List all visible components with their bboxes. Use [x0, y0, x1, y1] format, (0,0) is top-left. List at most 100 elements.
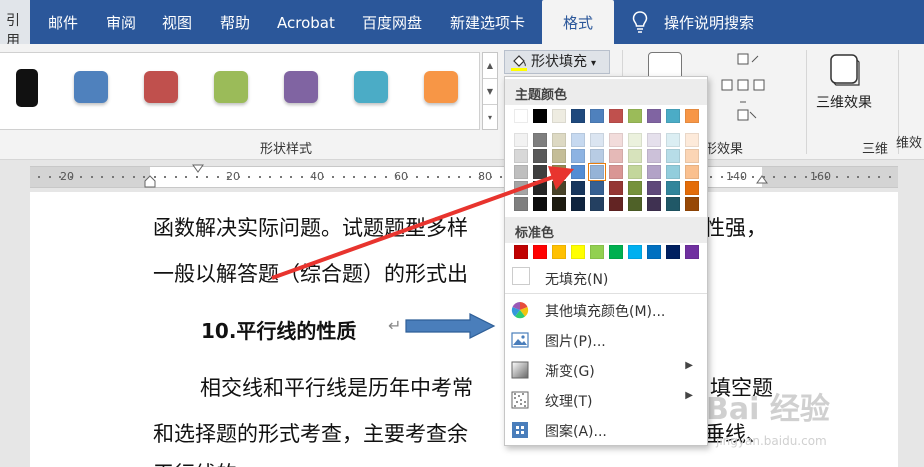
theme-color-swatch[interactable]	[552, 133, 566, 147]
theme-color-swatch[interactable]	[514, 133, 528, 147]
texture-fill-item[interactable]: 纹理(T) ▶	[505, 385, 707, 415]
theme-color-swatch[interactable]	[647, 149, 661, 163]
theme-color-swatch[interactable]	[552, 149, 566, 163]
standard-color-swatch[interactable]	[685, 245, 699, 259]
no-fill-item[interactable]: 无填充(N)	[505, 263, 707, 293]
theme-color-swatch[interactable]	[609, 109, 623, 123]
theme-color-swatch[interactable]	[571, 133, 585, 147]
theme-color-swatch[interactable]	[666, 109, 680, 123]
theme-color-swatch[interactable]	[609, 165, 623, 179]
picture-fill-item[interactable]: 图片(P)...	[505, 325, 707, 355]
standard-color-swatch[interactable]	[609, 245, 623, 259]
tab-help[interactable]: 帮助	[220, 0, 250, 44]
theme-color-swatch[interactable]	[514, 197, 528, 211]
gallery-scroll[interactable]: ▲ ▼ ▾	[482, 52, 498, 130]
theme-color-swatch[interactable]	[533, 197, 547, 211]
first-line-indent-icon[interactable]	[192, 164, 204, 174]
standard-color-swatch[interactable]	[571, 245, 585, 259]
tab-format[interactable]: 格式	[542, 0, 614, 44]
arrange-icons[interactable]	[716, 50, 766, 130]
theme-color-swatch[interactable]	[685, 149, 699, 163]
more-fill-colors-item[interactable]: 其他填充颜色(M)...	[505, 295, 707, 325]
theme-color-swatch[interactable]	[533, 181, 547, 195]
shape-fill-button[interactable]: 形状填充 ▾	[504, 50, 610, 74]
theme-color-swatch[interactable]	[571, 181, 585, 195]
theme-color-swatch[interactable]	[647, 109, 661, 123]
shape-style-green[interactable]	[214, 71, 248, 103]
tab-review[interactable]: 审阅	[106, 0, 136, 44]
theme-color-swatch[interactable]	[609, 181, 623, 195]
theme-color-swatch[interactable]	[590, 133, 604, 147]
theme-color-swatch[interactable]	[533, 149, 547, 163]
theme-color-swatch[interactable]	[666, 149, 680, 163]
theme-color-swatch[interactable]	[628, 181, 642, 195]
shape-style-blue[interactable]	[74, 71, 108, 103]
theme-color-swatch[interactable]	[533, 133, 547, 147]
horizontal-ruler[interactable]: 20 20 40 60 80 140 160	[30, 164, 898, 188]
theme-color-swatch[interactable]	[590, 149, 604, 163]
theme-color-swatch[interactable]	[552, 165, 566, 179]
theme-color-swatch[interactable]	[685, 181, 699, 195]
tab-view[interactable]: 视图	[162, 0, 192, 44]
shape-style-teal[interactable]	[354, 71, 388, 103]
theme-color-swatch[interactable]	[533, 109, 547, 123]
theme-color-swatch[interactable]	[666, 197, 680, 211]
theme-color-swatch[interactable]	[628, 149, 642, 163]
theme-color-swatch[interactable]	[590, 181, 604, 195]
theme-color-swatch[interactable]	[552, 109, 566, 123]
tab-mailings[interactable]: 邮件	[48, 0, 78, 44]
shape-style-black[interactable]	[16, 69, 38, 107]
theme-color-swatch[interactable]	[609, 197, 623, 211]
standard-color-swatch[interactable]	[628, 245, 642, 259]
theme-color-swatch[interactable]	[514, 149, 528, 163]
theme-color-swatch[interactable]	[590, 109, 604, 123]
theme-color-swatch[interactable]	[628, 165, 642, 179]
theme-color-swatch[interactable]	[685, 165, 699, 179]
theme-color-swatch[interactable]	[571, 165, 585, 179]
theme-color-swatch[interactable]	[628, 109, 642, 123]
theme-color-swatch[interactable]	[647, 133, 661, 147]
theme-color-swatch[interactable]	[514, 109, 528, 123]
tab-new-tab[interactable]: 新建选项卡	[450, 0, 525, 44]
blue-arrow-shape[interactable]	[404, 312, 498, 340]
theme-color-swatch[interactable]	[666, 133, 680, 147]
gallery-more-icon[interactable]: ▾	[483, 105, 497, 131]
theme-color-swatch[interactable]	[552, 181, 566, 195]
theme-color-swatch[interactable]	[647, 165, 661, 179]
theme-color-swatch[interactable]	[571, 197, 585, 211]
theme-color-swatch[interactable]	[666, 165, 680, 179]
theme-color-swatch[interactable]	[628, 133, 642, 147]
theme-color-swatch[interactable]	[609, 133, 623, 147]
theme-color-swatch[interactable]	[589, 164, 605, 180]
theme-color-swatch[interactable]	[590, 197, 604, 211]
shape-style-red[interactable]	[144, 71, 178, 103]
scroll-up-icon[interactable]: ▲	[483, 53, 497, 79]
tell-me-search[interactable]: 操作说明搜索	[664, 0, 754, 46]
theme-color-swatch[interactable]	[552, 197, 566, 211]
standard-color-swatch[interactable]	[590, 245, 604, 259]
3d-effects-icon[interactable]	[828, 52, 862, 88]
standard-color-swatch[interactable]	[552, 245, 566, 259]
theme-color-swatch[interactable]	[685, 197, 699, 211]
standard-color-swatch[interactable]	[647, 245, 661, 259]
standard-color-swatch[interactable]	[533, 245, 547, 259]
theme-color-swatch[interactable]	[609, 149, 623, 163]
shape-style-orange[interactable]	[424, 71, 458, 103]
shape-style-purple[interactable]	[284, 71, 318, 103]
theme-color-swatch[interactable]	[571, 149, 585, 163]
theme-color-swatch[interactable]	[628, 197, 642, 211]
theme-color-swatch[interactable]	[571, 109, 585, 123]
scroll-down-icon[interactable]: ▼	[483, 79, 497, 105]
theme-color-swatch[interactable]	[647, 197, 661, 211]
pattern-fill-item[interactable]: 图案(A)...	[505, 415, 707, 445]
tab-acrobat[interactable]: Acrobat	[277, 0, 335, 44]
3d-effects-button[interactable]: 三维效果	[816, 92, 872, 112]
theme-color-swatch[interactable]	[685, 133, 699, 147]
standard-color-swatch[interactable]	[666, 245, 680, 259]
theme-color-swatch[interactable]	[514, 181, 528, 195]
theme-color-swatch[interactable]	[666, 181, 680, 195]
gradient-fill-item[interactable]: 渐变(G) ▶	[505, 355, 707, 385]
theme-color-swatch[interactable]	[647, 181, 661, 195]
tab-references[interactable]: 引用	[0, 0, 30, 49]
standard-color-swatch[interactable]	[514, 245, 528, 259]
